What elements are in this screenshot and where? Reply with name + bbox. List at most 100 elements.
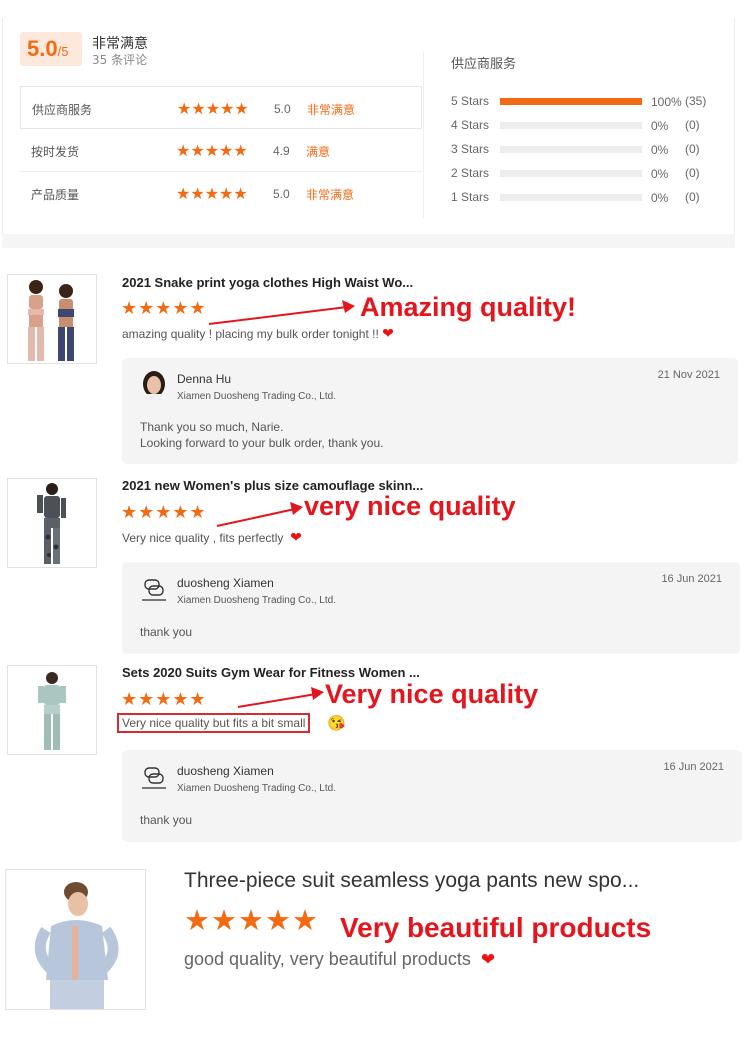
distribution-row-2[interactable]: 2 Stars 0% (0) [451,166,731,182]
reply-author: duosheng Xiamen [177,576,274,590]
reply-company: Xiamen Duosheng Trading Co., Ltd. [177,595,336,606]
percent: 100% [651,95,682,109]
rating-row-service[interactable]: 供应商服务 ★★★★★ 5.0 非常满意 [20,86,422,129]
star-icon: ★★★★★ [121,689,207,709]
count: (35) [685,94,707,108]
seller-reply: duosheng Xiamen Xiamen Duosheng Trading … [122,750,742,842]
reply-date: 21 Nov 2021 [657,369,720,381]
annotation-callout: Very nice quality [325,679,539,709]
review-text-content: Very nice quality , fits perfectly [122,531,284,545]
product-image [8,666,96,754]
reply-company: Xiamen Duosheng Trading Co., Ltd. [177,391,336,402]
distribution-bar [500,122,642,129]
reply-date: 16 Jun 2021 [661,573,722,585]
annotation-callout: Amazing quality! [360,292,577,322]
reply-message: thank you [140,625,193,639]
heart-icon: ❤ [480,950,496,969]
distribution-row-1[interactable]: 1 Stars 0% (0) [451,190,731,206]
distribution-bar [500,194,642,201]
count: (0) [685,166,700,180]
review-text: good quality, very beautiful products ❤ [184,949,495,970]
review-text: Very nice quality , fits perfectly ❤ [122,529,302,546]
reply-message: Looking forward to your bulk order, than… [140,436,384,450]
reply-author: Denna Hu [177,372,232,386]
star-icon: ★★★★★ [176,143,248,160]
avatar [140,370,168,400]
rating-value: 5.0 [274,102,291,116]
rating-value: 5.0 [273,187,290,201]
count: (0) [685,118,700,132]
reply-company: Xiamen Duosheng Trading Co., Ltd. [177,783,336,794]
reply-message: thank you [140,813,193,827]
reply-author: duosheng Xiamen [177,764,274,778]
arrow-icon [208,300,355,325]
star-icon: ★★★★★ [177,101,249,118]
stars-label: 4 Stars [451,118,490,132]
heart-icon: ❤ [290,529,302,545]
product-image [8,479,96,567]
star-icon: ★★★★★ [184,905,319,937]
reply-date: 16 Jun 2021 [663,761,724,773]
arrow-icon [216,502,303,527]
annotation-callout: Very beautiful products [340,912,652,943]
reply-message: Thank you so much, Narie. [140,420,284,434]
rating-label: 供应商服务 [32,103,93,117]
score-out-of: /5 [57,44,69,59]
review-text: amazing quality ! placing my bulk order … [122,325,394,342]
seller-reply: duosheng Xiamen Xiamen Duosheng Trading … [122,562,740,654]
product-image [8,275,96,363]
distribution-bar [500,146,642,153]
duosheng-logo-icon [142,579,166,601]
percent: 0% [651,167,669,181]
review-product-title[interactable]: 2021 Snake print yoga clothes High Waist… [122,275,413,290]
distribution-bar [500,170,642,177]
percent: 0% [651,191,669,205]
review-product-title[interactable]: Three-piece suit seamless yoga pants new… [184,869,639,893]
percent: 0% [651,119,669,133]
review-text-content: amazing quality ! placing my bulk order … [122,327,379,341]
star-icon: ★★★★★ [121,502,207,522]
panel-divider [423,52,424,218]
distribution-fill [500,98,642,105]
count: (0) [685,142,700,156]
distribution-row-4[interactable]: 4 Stars 0% (0) [451,118,731,134]
product-image [6,870,145,1009]
heart-icon: ❤ [382,325,394,341]
distribution-title: 供应商服务 [451,57,517,72]
review-product-title[interactable]: Sets 2020 Suits Gym Wear for Fitness Wom… [122,665,420,680]
stars-label: 3 Stars [451,142,490,156]
rating-value: 4.9 [273,144,290,158]
annotation-callout: very nice quality [304,491,516,521]
product-thumbnail[interactable] [5,869,146,1010]
product-thumbnail[interactable] [7,274,97,364]
star-icon: ★★★★★ [176,186,248,203]
rating-label: 按时发货 [31,145,80,159]
distribution-bar [500,98,642,105]
rating-word: 满意 [306,145,331,159]
stars-label: 2 Stars [451,166,490,180]
overall-rating-label: 非常满意 [92,36,148,52]
percent: 0% [651,143,669,157]
summary-divider [2,234,735,248]
seller-reply: Denna Hu Xiamen Duosheng Trading Co., Lt… [122,358,738,464]
distribution-row-3[interactable]: 3 Stars 0% (0) [451,142,731,158]
stars-label: 5 Stars [451,94,490,108]
duosheng-logo-icon [142,767,166,789]
overall-score: 5.0 [27,36,58,61]
star-icon: ★★★★★ [121,298,207,318]
product-thumbnail[interactable] [7,478,97,568]
rating-row-quality[interactable]: 产品质量 ★★★★★ 5.0 非常满意 [20,172,422,215]
arrow-icon [237,687,324,708]
review-text-highlight: Very nice quality but fits a bit small [117,713,311,733]
rating-breakdown-table: 供应商服务 ★★★★★ 5.0 非常满意 按时发货 ★★★★★ 4.9 满意 产… [20,86,422,215]
distribution-row-5[interactable]: 5 Stars 100% (35) [451,94,731,110]
rating-word: 非常满意 [306,188,355,202]
review-text-content: good quality, very beautiful products [184,949,471,969]
overall-score-badge: 5.0/5 [20,32,82,66]
count: (0) [685,190,700,204]
rating-row-shipping[interactable]: 按时发货 ★★★★★ 4.9 满意 [20,129,422,172]
rating-label: 产品质量 [31,188,80,202]
review-count: 35 条评论 [92,53,148,67]
product-thumbnail[interactable] [7,665,97,755]
stars-label: 1 Stars [451,190,490,204]
